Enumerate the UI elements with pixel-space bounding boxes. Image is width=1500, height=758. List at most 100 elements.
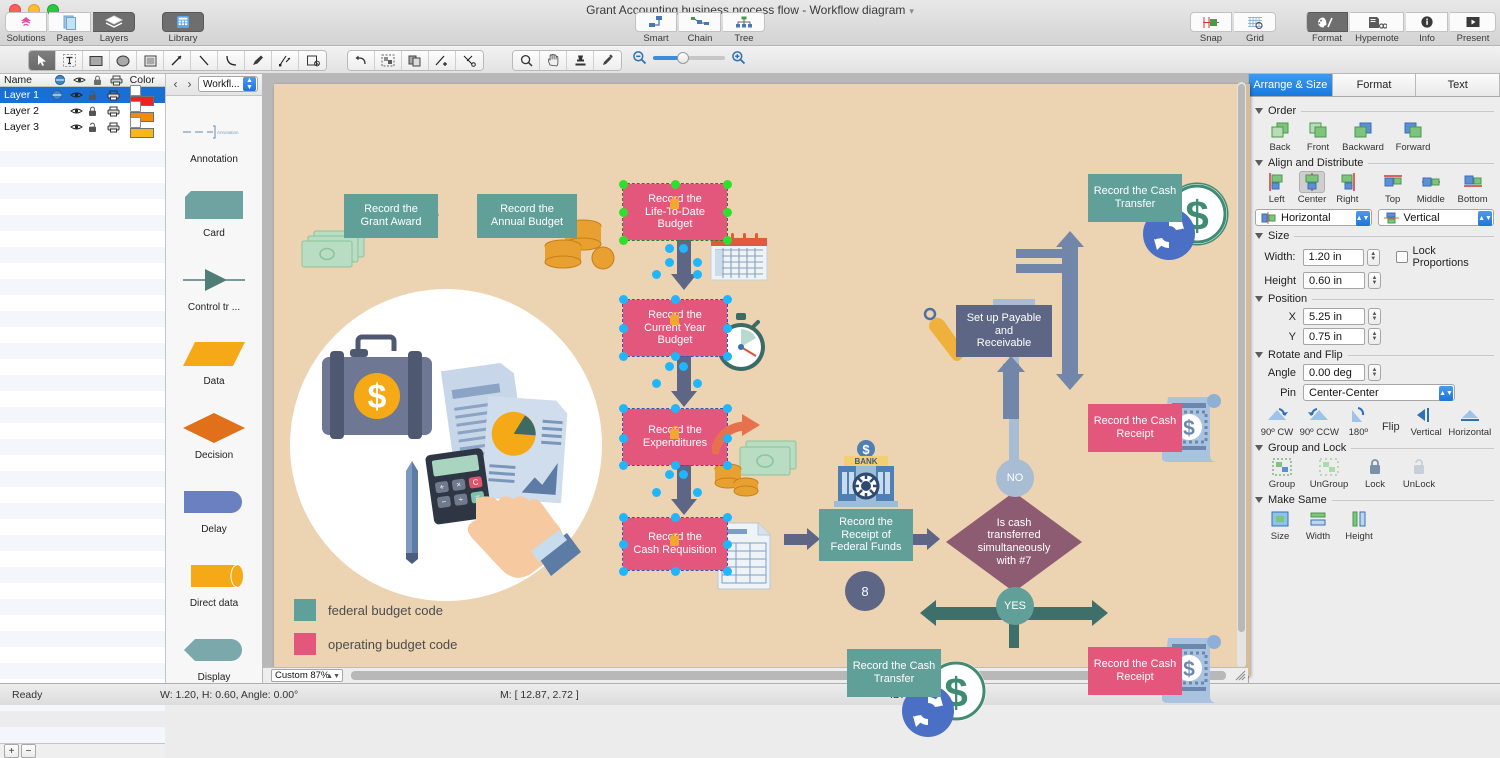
layer-lock-toggle-2[interactable]: [88, 106, 107, 117]
order-back-button[interactable]: Back: [1261, 119, 1299, 153]
bezier-tool-icon[interactable]: [272, 51, 299, 70]
library-item-direct-data[interactable]: Direct data: [166, 546, 262, 620]
handle-blue-d5[interactable]: [723, 434, 732, 443]
layer-color-checkbox-1[interactable]: [129, 84, 141, 96]
handle-blue-c1[interactable]: [665, 362, 674, 371]
layer-visible-toggle-2[interactable]: [69, 106, 89, 116]
library-item-data[interactable]: Data: [166, 324, 262, 398]
node-record-cash-receipt-bottom[interactable]: Record the Cash Receipt: [1088, 647, 1182, 695]
add-layer-button[interactable]: +: [4, 744, 19, 758]
canvas-resize-grip[interactable]: [1235, 670, 1246, 681]
handle-blue-d2[interactable]: [671, 404, 680, 413]
unlock-button[interactable]: UnLock: [1395, 456, 1443, 490]
toolbar-snapgrid-group[interactable]: Snap Grid: [1189, 12, 1277, 44]
toolbar-inspector-group[interactable]: Format Hypernote Info Present: [1305, 12, 1497, 44]
handle-blue-d8[interactable]: [723, 461, 732, 470]
layer-visible-toggle-3[interactable]: [69, 122, 89, 132]
layer-color-checkbox-2[interactable]: [129, 100, 141, 112]
group-buttons[interactable]: Group UnGroup Lock UnLock: [1255, 456, 1494, 490]
canvas-zoom-stepper[interactable]: ▲▼: [326, 670, 340, 683]
handle-blue-f4[interactable]: [619, 540, 628, 549]
angle-input[interactable]: 0.00 deg: [1303, 364, 1365, 381]
align-buttons[interactable]: Left Center Right Top Middle Bottom: [1255, 171, 1494, 205]
zoom-in-icon[interactable]: [731, 50, 746, 65]
disclosure-triangle-order[interactable]: [1255, 108, 1263, 114]
height-input[interactable]: 0.60 in: [1303, 272, 1365, 289]
tab-format[interactable]: Format: [1332, 74, 1417, 96]
handle-green-ml[interactable]: [619, 208, 628, 217]
stamp-tool-icon[interactable]: [567, 51, 594, 70]
add-point-icon[interactable]: [429, 51, 456, 70]
handle-blue-f7[interactable]: [671, 567, 680, 576]
node-record-receipt-federal-funds[interactable]: Record the Receipt of Federal Funds: [819, 509, 913, 561]
zoom-out-icon[interactable]: [632, 50, 647, 65]
distribute-horizontal-stepper[interactable]: ▲▼: [1355, 210, 1370, 226]
remove-layer-button[interactable]: −: [21, 744, 36, 758]
handle-blue-a4[interactable]: [693, 258, 702, 267]
handle-blue-e2[interactable]: [679, 470, 688, 479]
layer-print-toggle-2[interactable]: [107, 106, 126, 117]
rounded-rect-tool-icon[interactable]: [137, 51, 164, 70]
toolbar-chain-button[interactable]: Chain: [678, 12, 722, 44]
handle-blue-f6[interactable]: [619, 567, 628, 576]
handle-blue-e3[interactable]: [652, 488, 661, 497]
library-item-annotation[interactable]: Annotation Annotation: [166, 102, 262, 176]
toolbar-grid-button[interactable]: Grid: [1233, 12, 1277, 44]
handle-blue-c3[interactable]: [652, 379, 661, 388]
toolbar-solutions-button[interactable]: Solutions: [4, 12, 48, 44]
handle-blue-f8[interactable]: [723, 567, 732, 576]
disclosure-triangle-size[interactable]: [1255, 233, 1263, 239]
handle-blue-b1[interactable]: [619, 295, 628, 304]
library-item-card[interactable]: Card: [166, 176, 262, 250]
section-group-header[interactable]: Group and Lock: [1255, 442, 1494, 454]
disclosure-triangle-make-same[interactable]: [1255, 497, 1263, 503]
toolbar-hypernote-button[interactable]: Hypernote: [1349, 12, 1405, 44]
library-item-control-transfer[interactable]: Control tr ...: [166, 250, 262, 324]
handle-green-tr[interactable]: [723, 180, 732, 189]
group-icon[interactable]: [375, 51, 402, 70]
text-tool-icon[interactable]: [56, 51, 83, 70]
make-same-height-button[interactable]: Height: [1337, 508, 1381, 542]
layer-print-toggle-1[interactable]: [107, 90, 126, 101]
node-record-annual-budget[interactable]: Record the Annual Budget: [477, 194, 577, 238]
toolbar-tree-button[interactable]: Tree: [722, 12, 766, 44]
toolbar-connector-group[interactable]: Smart Chain Tree: [634, 12, 766, 44]
draw-tools-group[interactable]: [28, 50, 327, 71]
zoom-tool-icon[interactable]: [513, 51, 540, 70]
hand-tool-icon[interactable]: [540, 51, 567, 70]
decision-is-cash-transferred[interactable]: Is cash transferred simultaneously with #7: [946, 492, 1082, 592]
disclosure-triangle-align[interactable]: [1255, 160, 1263, 166]
toolbar-library-group[interactable]: Library: [161, 12, 205, 44]
handle-blue-a5[interactable]: [652, 270, 661, 279]
position-y-stepper[interactable]: ▲ ▼: [1368, 328, 1381, 345]
select-arrow-icon[interactable]: [29, 51, 56, 70]
order-front-button[interactable]: Front: [1299, 119, 1337, 153]
zoom-slider-control[interactable]: [632, 50, 746, 65]
toolbar-left-group[interactable]: Solutions Pages Layers: [4, 12, 136, 44]
distribute-horizontal-select[interactable]: Horizontal ▲▼: [1255, 209, 1372, 226]
align-top-button[interactable]: Top: [1375, 171, 1410, 205]
pen-tool-icon[interactable]: [245, 51, 272, 70]
handle-blue-c4[interactable]: [693, 379, 702, 388]
lock-proportions-checkbox[interactable]: [1395, 251, 1408, 263]
section-position-header[interactable]: Position: [1255, 293, 1494, 305]
tab-text[interactable]: Text: [1416, 74, 1500, 96]
library-items[interactable]: Annotation Annotation Card Control tr ..…: [166, 96, 262, 683]
handle-blue-b7[interactable]: [671, 352, 680, 361]
handle-blue-e1[interactable]: [665, 470, 674, 479]
order-buttons[interactable]: Back Front Backward Forward: [1255, 119, 1494, 153]
handle-blue-b2[interactable]: [671, 295, 680, 304]
chevron-right-icon[interactable]: ›: [184, 77, 195, 91]
inspector-tabs[interactable]: Arrange & Size Format Text: [1249, 74, 1500, 97]
rotate-180-button[interactable]: 180º: [1342, 404, 1375, 438]
handle-blue-d3[interactable]: [723, 404, 732, 413]
line-arrow-tool-icon[interactable]: [164, 51, 191, 70]
handle-blue-d7[interactable]: [671, 461, 680, 470]
handle-blue-f5[interactable]: [723, 540, 732, 549]
position-y-input[interactable]: 0.75 in: [1303, 328, 1365, 345]
make-same-width-button[interactable]: Width: [1299, 508, 1337, 542]
library-item-display[interactable]: Display: [166, 620, 262, 683]
undo-icon[interactable]: [348, 51, 375, 70]
canvas-area[interactable]: $ + × C − ÷ = Record the Grant Award Rec…: [263, 74, 1250, 737]
eyedropper-icon[interactable]: [594, 51, 621, 70]
